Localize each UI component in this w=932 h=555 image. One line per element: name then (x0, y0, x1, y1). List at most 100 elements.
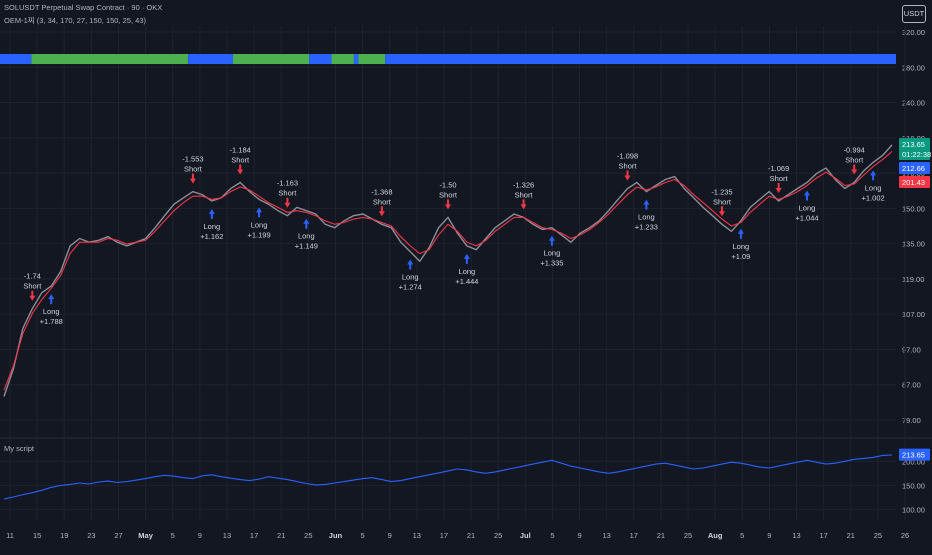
time-axis-label: 5 (740, 531, 744, 540)
lower-pane-title[interactable]: My script (4, 444, 34, 453)
time-axis-label: Jul (520, 531, 531, 540)
short-signal-label: -1.069 (768, 164, 789, 173)
short-arrow-icon (718, 206, 725, 217)
long-arrow-icon (256, 207, 263, 218)
short-signal-label: Short (515, 190, 534, 199)
time-axis-label: Jun (329, 531, 343, 540)
long-signal-label: +1.199 (247, 230, 270, 239)
symbol-legend[interactable]: SOLUSDT Perpetual Swap Contract · 90 · O… (4, 3, 162, 12)
long-signal-label: +1.044 (795, 213, 818, 222)
time-axis-label: 17 (250, 531, 258, 540)
short-signal-label: Short (278, 189, 297, 198)
long-signal-label: +1.002 (862, 193, 885, 202)
time-axis-label: 9 (198, 531, 202, 540)
long-signal-label: +1.444 (455, 277, 478, 286)
long-arrow-icon (548, 235, 555, 246)
signal-band-segment (0, 54, 32, 64)
short-signal-label: -1.235 (711, 187, 732, 196)
signal-band-segment (232, 54, 310, 64)
long-signal-label: Long (298, 232, 315, 241)
time-axis-label: 25 (874, 531, 882, 540)
short-signal-label: Short (619, 162, 638, 171)
price-badge-value: 213.65 (902, 140, 925, 149)
time-axis-label: 13 (413, 531, 421, 540)
long-signal-label: Long (402, 273, 419, 282)
time-axis-label: 21 (657, 531, 665, 540)
lower-axis-label: 150.00 (902, 481, 925, 490)
long-signal-label: +1.335 (540, 259, 563, 268)
short-arrow-icon (284, 197, 291, 208)
long-signal-label: +1.149 (295, 242, 318, 251)
time-axis-label: 27 (114, 531, 122, 540)
short-signal-label: Short (23, 282, 42, 291)
short-arrow-icon (189, 173, 196, 184)
time-axis-label: 13 (602, 531, 610, 540)
time-axis-label: 9 (577, 531, 581, 540)
time-axis-label: 21 (277, 531, 285, 540)
long-signal-label: Long (544, 249, 561, 258)
chart-canvas[interactable]: 320.00280.00240.00210.00170.00150.00135.… (0, 0, 932, 550)
time-axis-label: 17 (630, 531, 638, 540)
long-signal-label: Long (43, 307, 60, 316)
long-signal-label: +1.09 (731, 252, 750, 261)
short-arrow-icon (378, 206, 385, 217)
short-signal-label: -0.994 (844, 145, 865, 154)
signal-band-segment (353, 54, 359, 64)
short-signal-label: -1.184 (230, 145, 251, 154)
long-arrow-icon (870, 170, 877, 181)
time-axis-label: 5 (360, 531, 364, 540)
long-signal-label: Long (459, 267, 476, 276)
short-signal-label: -1.163 (277, 179, 298, 188)
price-badge-value: 212.66 (902, 164, 925, 173)
indicator-legend[interactable]: OEM-1찌 (3, 34, 170, 27, 150, 150, 25, 43… (4, 15, 146, 26)
long-arrow-icon (737, 228, 744, 239)
time-axis-label: 21 (467, 531, 475, 540)
short-signal-label: Short (231, 155, 250, 164)
short-signal-label: Short (439, 190, 458, 199)
short-signal-label: Short (373, 197, 392, 206)
time-axis-label: 13 (792, 531, 800, 540)
time-axis-label: 25 (304, 531, 312, 540)
time-axis-label: May (138, 531, 153, 540)
long-signal-label: Long (733, 242, 750, 251)
long-signal-label: Long (203, 222, 220, 231)
time-axis-label: 26 (901, 531, 909, 540)
signal-band-segment (309, 54, 332, 64)
short-signal-label: Short (845, 155, 864, 164)
time-axis-label: 23 (87, 531, 95, 540)
time-axis-label: 9 (767, 531, 771, 540)
lower-price-badge-value: 213.65 (902, 451, 925, 460)
lower-axis-label: 100.00 (902, 506, 925, 515)
long-signal-label: +1.274 (399, 283, 422, 292)
long-arrow-icon (48, 294, 55, 305)
price-badge-timer: 01:22:38 (902, 150, 931, 159)
chart-stage[interactable]: 320.00280.00240.00210.00170.00150.00135.… (0, 0, 932, 550)
time-axis-label: 21 (847, 531, 855, 540)
signal-band-segment (358, 54, 386, 64)
currency-button[interactable]: USDT (902, 5, 926, 23)
long-signal-label: Long (638, 213, 655, 222)
long-arrow-icon (407, 259, 414, 270)
time-axis-label: 15 (33, 531, 41, 540)
time-axis-label: 17 (440, 531, 448, 540)
long-signal-label: +1.162 (200, 232, 223, 241)
signal-band-segment (331, 54, 354, 64)
time-axis-label: 19 (60, 531, 68, 540)
time-axis-label: 5 (171, 531, 175, 540)
long-signal-label: +1.233 (635, 223, 658, 232)
short-signal-label: -1.326 (513, 180, 534, 189)
time-axis-label: 11 (6, 531, 14, 540)
long-arrow-icon (208, 208, 215, 219)
time-axis-label: 25 (494, 531, 502, 540)
long-arrow-icon (463, 253, 470, 264)
short-signal-label: Short (713, 197, 732, 206)
long-signal-label: Long (799, 203, 816, 212)
short-signal-label: -1.553 (182, 155, 203, 164)
long-arrow-icon (803, 190, 810, 201)
short-arrow-icon (624, 170, 631, 181)
short-signal-label: -1.098 (617, 152, 638, 161)
signal-band-segment (188, 54, 233, 64)
short-signal-label: Short (770, 174, 789, 183)
long-signal-label: Long (251, 220, 268, 229)
short-signal-label: -1.368 (371, 187, 392, 196)
